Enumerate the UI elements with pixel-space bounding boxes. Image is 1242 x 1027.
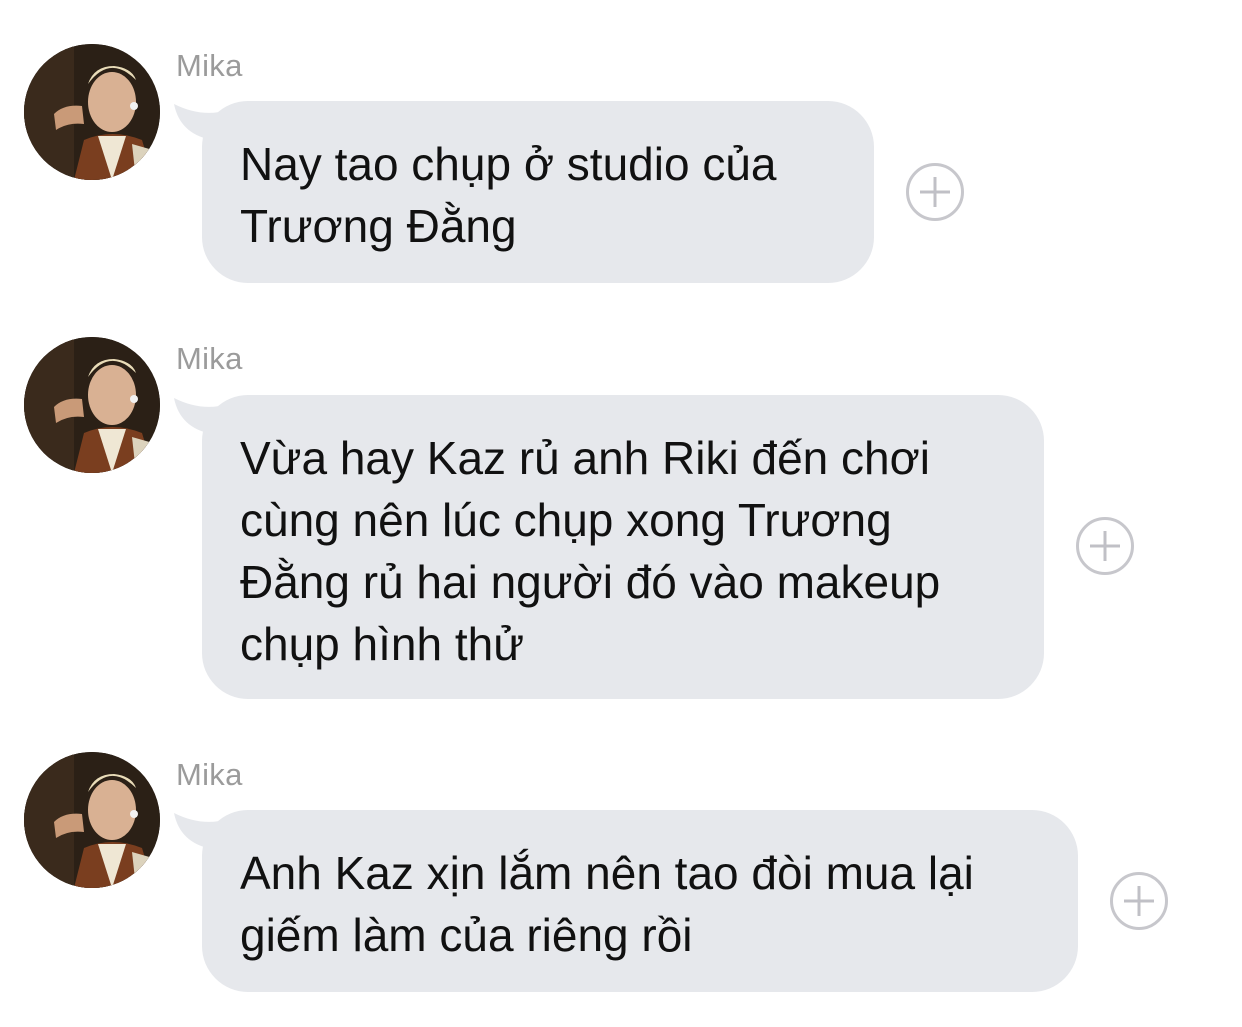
add-reaction-icon[interactable] (1110, 872, 1168, 930)
chat-thread: Mika Nay tao chụp ở studio của Trương Đằ… (0, 0, 1242, 1027)
message-bubble[interactable]: Anh Kaz xịn lắm nên tao đòi mua lại giếm… (202, 810, 1078, 992)
sender-name: Mika (176, 757, 243, 792)
message-row: Mika Anh Kaz xịn lắm nên tao đòi mua lại… (0, 0, 1242, 1000)
avatar[interactable] (24, 752, 160, 888)
